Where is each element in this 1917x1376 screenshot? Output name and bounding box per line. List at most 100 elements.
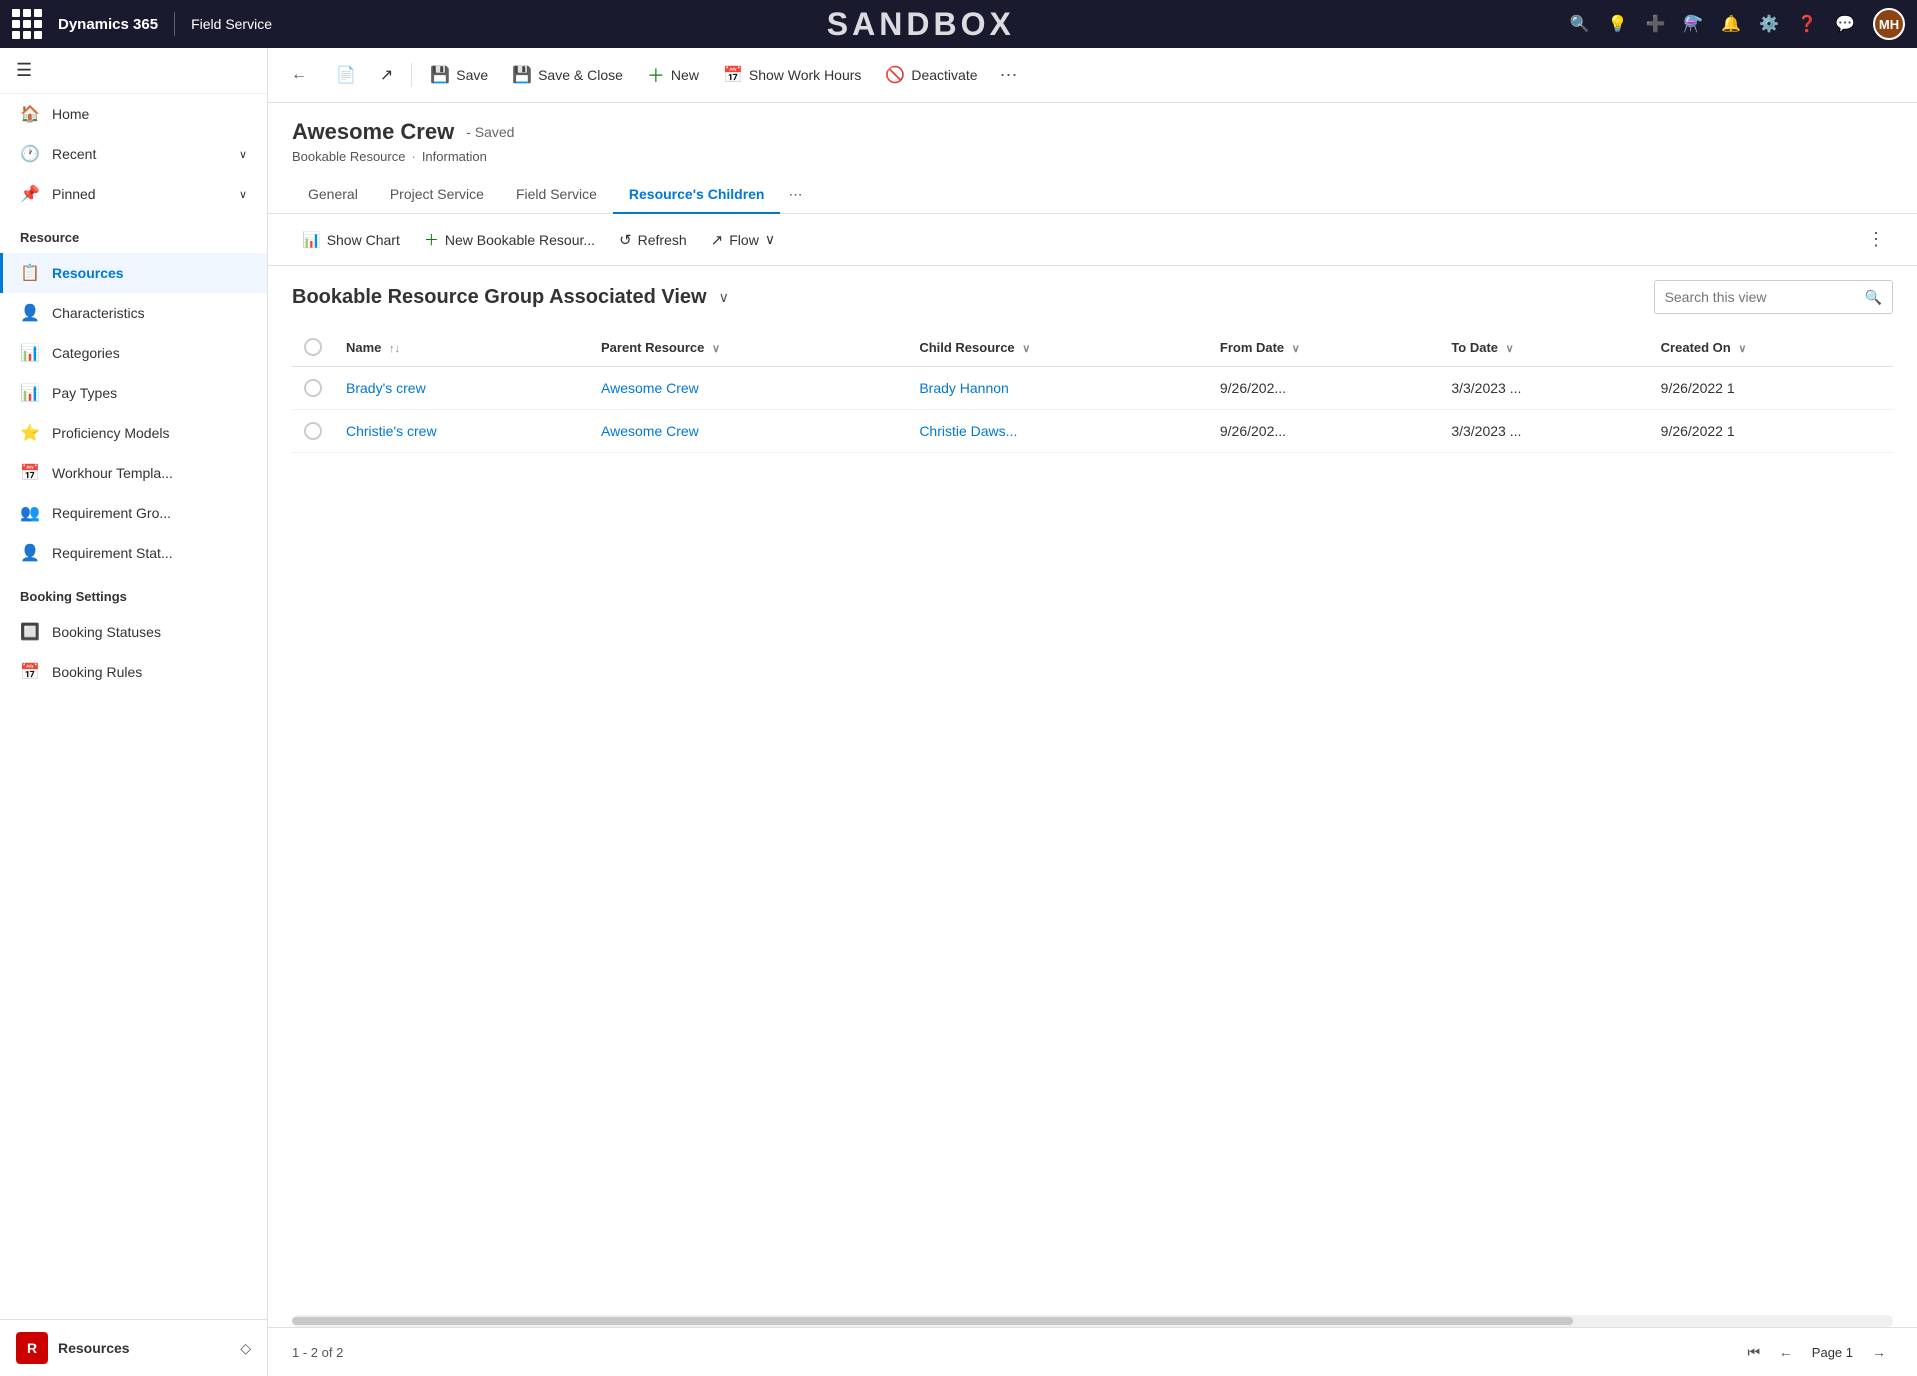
back-button[interactable]: ← — [284, 60, 314, 90]
col-parent-resource[interactable]: Parent Resource ∨ — [589, 328, 907, 367]
sub-toolbar-more-button[interactable]: ⋮ — [1859, 224, 1893, 255]
flow-chevron-icon: ∨ — [765, 231, 775, 248]
sidebar-item-label: Booking Statuses — [52, 624, 161, 640]
parent-link-1[interactable]: Awesome Crew — [601, 423, 699, 439]
sub-toolbar: 📊 Show Chart ＋ New Bookable Resour... ↺ … — [268, 214, 1917, 266]
next-page-button[interactable]: → — [1865, 1338, 1893, 1366]
search-icon[interactable]: 🔍 — [1570, 14, 1590, 34]
chart-icon: 📊 — [302, 231, 321, 249]
sidebar-item-categories[interactable]: 📊 Categories — [0, 333, 267, 373]
col-child-resource[interactable]: Child Resource ∨ — [907, 328, 1208, 367]
select-all-checkbox-col[interactable] — [292, 328, 334, 367]
open-in-new-button[interactable]: ↗ — [370, 59, 403, 91]
help-icon[interactable]: ❓ — [1797, 14, 1817, 34]
hamburger-icon[interactable]: ☰ — [16, 60, 32, 80]
sidebar-item-label: Home — [52, 106, 89, 122]
tab-field-service[interactable]: Field Service — [500, 176, 613, 214]
sidebar-item-requirement-stat[interactable]: 👤 Requirement Stat... — [0, 533, 267, 573]
data-table: Name ↑↓ Parent Resource ∨ Child Resource… — [292, 328, 1893, 453]
add-icon[interactable]: ➕ — [1645, 14, 1665, 34]
col-name[interactable]: Name ↑↓ — [334, 328, 589, 367]
record-icon: 📄 — [336, 65, 356, 85]
view-title: Bookable Resource Group Associated View — [292, 286, 707, 309]
name-link-0[interactable]: Brady's crew — [346, 380, 426, 396]
search-input[interactable] — [1655, 283, 1855, 311]
tab-project-service[interactable]: Project Service — [374, 176, 500, 214]
categories-icon: 📊 — [20, 343, 40, 363]
toolbar-nav: ← — [284, 60, 314, 90]
sidebar-footer-chevron-icon[interactable]: ◇ — [240, 1340, 251, 1357]
sidebar-toggle[interactable]: ☰ — [0, 48, 267, 94]
sidebar-item-recent[interactable]: 🕐 Recent ∨ — [0, 134, 267, 174]
show-chart-button[interactable]: 📊 Show Chart — [292, 226, 410, 254]
lightbulb-icon[interactable]: 💡 — [1608, 14, 1628, 34]
sidebar-item-requirement-gro[interactable]: 👥 Requirement Gro... — [0, 493, 267, 533]
first-page-button[interactable]: ⏮ — [1740, 1338, 1768, 1366]
pagination: 1 - 2 of 2 ⏮ ← Page 1 → — [268, 1327, 1917, 1376]
refresh-button[interactable]: ↺ Refresh — [609, 226, 697, 254]
search-button[interactable]: 🔍 — [1855, 283, 1892, 312]
pin-icon: 📌 — [20, 184, 40, 204]
chevron-down-icon: ∨ — [239, 148, 247, 161]
parent-link-0[interactable]: Awesome Crew — [601, 380, 699, 396]
notification-icon[interactable]: 🔔 — [1721, 14, 1741, 34]
record-view-button[interactable]: 📄 — [326, 59, 366, 91]
select-all-checkbox[interactable] — [304, 338, 322, 356]
pagination-label: 1 - 2 of 2 — [292, 1345, 1736, 1360]
col-to-date[interactable]: To Date ∨ — [1439, 328, 1648, 367]
row-checkbox-1[interactable] — [304, 422, 322, 440]
tab-general[interactable]: General — [292, 176, 374, 214]
view-search[interactable]: 🔍 — [1654, 280, 1893, 314]
sidebar-item-label: Pinned — [52, 186, 96, 202]
name-link-1[interactable]: Christie's crew — [346, 423, 437, 439]
sidebar-item-pay-types[interactable]: 📊 Pay Types — [0, 373, 267, 413]
sidebar-item-characteristics[interactable]: 👤 Characteristics — [0, 293, 267, 333]
sidebar-item-booking-rules[interactable]: 📅 Booking Rules — [0, 652, 267, 692]
sidebar-item-home[interactable]: 🏠 Home — [0, 94, 267, 134]
new-bookable-button[interactable]: ＋ New Bookable Resour... — [414, 224, 605, 255]
horizontal-scrollbar[interactable] — [292, 1315, 1893, 1327]
sidebar-footer[interactable]: R Resources ◇ — [0, 1319, 267, 1376]
cell-name-0: Brady's crew — [334, 367, 589, 410]
sidebar-item-workhour-templates[interactable]: 📅 Workhour Templa... — [0, 453, 267, 493]
sidebar-item-resources[interactable]: 📋 Resources — [0, 253, 267, 293]
cell-parent-0: Awesome Crew — [589, 367, 907, 410]
deactivate-button[interactable]: 🚫 Deactivate — [875, 59, 987, 91]
brand-label[interactable]: Dynamics 365 — [58, 16, 158, 33]
view-title-chevron-icon[interactable]: ∨ — [719, 289, 729, 306]
prev-page-button[interactable]: ← — [1772, 1338, 1800, 1366]
save-button[interactable]: 💾 Save — [420, 59, 498, 91]
child-link-1[interactable]: Christie Daws... — [919, 423, 1017, 439]
app-launcher-icon[interactable] — [12, 9, 42, 39]
save-close-button[interactable]: 💾 Save & Close — [502, 59, 633, 91]
view-label[interactable]: Information — [422, 149, 487, 164]
cell-parent-1: Awesome Crew — [589, 410, 907, 453]
filter-icon[interactable]: ⚗️ — [1683, 14, 1703, 34]
show-work-hours-button[interactable]: 📅 Show Work Hours — [713, 59, 871, 91]
row-checkbox-0[interactable] — [304, 379, 322, 397]
home-icon: 🏠 — [20, 104, 40, 124]
sidebar-item-proficiency-models[interactable]: ⭐ Proficiency Models — [0, 413, 267, 453]
open-new-icon: ↗ — [380, 65, 393, 85]
scrollbar-thumb[interactable] — [292, 1317, 1573, 1325]
module-label[interactable]: Field Service — [191, 16, 272, 32]
flow-button[interactable]: ↗ Flow ∨ — [701, 226, 785, 254]
deactivate-icon: 🚫 — [885, 65, 905, 85]
sidebar-item-label: Categories — [52, 345, 120, 361]
sidebar-item-pinned[interactable]: 📌 Pinned ∨ — [0, 174, 267, 214]
tab-resources-children[interactable]: Resource's Children — [613, 176, 781, 214]
tabs-more-button[interactable]: ⋯ — [780, 176, 810, 213]
col-from-date[interactable]: From Date ∨ — [1208, 328, 1439, 367]
characteristics-icon: 👤 — [20, 303, 40, 323]
user-avatar[interactable]: MH — [1873, 8, 1905, 40]
feedback-icon[interactable]: 💬 — [1835, 14, 1855, 34]
col-created-on[interactable]: Created On ∨ — [1649, 328, 1893, 367]
sort-icon: ∨ — [1292, 343, 1300, 355]
toolbar-more-button[interactable]: ⋯ — [992, 59, 1026, 92]
sidebar-item-booking-statuses[interactable]: 🔲 Booking Statuses — [0, 612, 267, 652]
sort-asc-icon: ↑↓ — [389, 343, 400, 355]
settings-icon[interactable]: ⚙️ — [1759, 14, 1779, 34]
child-link-0[interactable]: Brady Hannon — [919, 380, 1009, 396]
add-bookable-icon: ＋ — [424, 229, 439, 250]
new-button[interactable]: ＋ New — [637, 56, 709, 94]
